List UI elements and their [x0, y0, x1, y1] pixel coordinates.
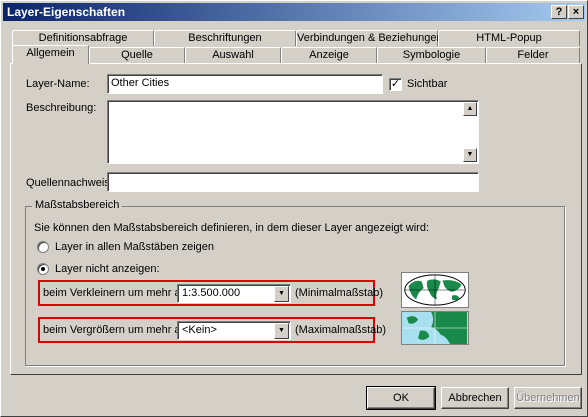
- radio-limit-scales-label: Layer nicht anzeigen:: [55, 263, 160, 275]
- radio-limit-scales[interactable]: [37, 263, 49, 275]
- title-bar: Layer-Eigenschaften ? ×: [3, 3, 585, 21]
- radio-show-all-scales[interactable]: [37, 241, 49, 253]
- layer-name-input[interactable]: Other Cities: [107, 74, 383, 94]
- chevron-down-icon[interactable]: ▼: [274, 286, 289, 302]
- zoom-out-label: beim Verkleinern um mehr als:: [43, 287, 192, 299]
- chevron-down-icon[interactable]: ▼: [274, 323, 289, 339]
- scale-range-intro: Sie können den Maßstabsbereich definiere…: [34, 222, 430, 234]
- min-scale-combo[interactable]: 1:3.500.000 ▼: [177, 284, 291, 303]
- help-button[interactable]: ?: [551, 5, 567, 19]
- tab-quelle[interactable]: Quelle: [89, 47, 185, 63]
- tab-beschriftungen[interactable]: Beschriftungen: [154, 30, 296, 46]
- visible-label: Sichtbar: [407, 78, 448, 90]
- scroll-up-icon[interactable]: ▲: [463, 102, 477, 116]
- apply-button[interactable]: Übernehmen: [514, 387, 582, 409]
- close-button[interactable]: ×: [568, 5, 584, 19]
- tab-definitionsabfrage[interactable]: Definitionsabfrage: [12, 30, 154, 46]
- description-label: Beschreibung:: [26, 102, 97, 114]
- zoom-in-highlight: beim Vergrößern um mehr als: <Kein> ▼ (M…: [38, 317, 386, 343]
- min-scale-value: 1:3.500.000: [182, 287, 241, 299]
- min-scale-suffix: (Minimalmaßstab): [295, 287, 384, 299]
- general-tab-panel: Layer-Name: Other Cities ✓ Sichtbar Besc…: [10, 63, 582, 375]
- tab-allgemein[interactable]: Allgemein: [12, 45, 89, 64]
- tab-symbologie[interactable]: Symbologie: [377, 47, 486, 63]
- layer-properties-dialog: Layer-Eigenschaften ? × Definitionsabfra…: [0, 0, 588, 417]
- max-scale-suffix: (Maximalmaßstab): [295, 324, 387, 336]
- credits-input[interactable]: [107, 172, 479, 192]
- tab-html-popup[interactable]: HTML-Popup: [438, 30, 580, 46]
- cancel-button[interactable]: Abbrechen: [441, 387, 509, 409]
- detail-map-icon: [401, 311, 469, 345]
- tab-auswahl[interactable]: Auswahl: [185, 47, 281, 63]
- tab-anzeige[interactable]: Anzeige: [281, 47, 377, 63]
- max-scale-value: <Kein>: [182, 324, 217, 336]
- world-map-icon: [401, 272, 469, 308]
- scale-range-title: Maßstabsbereich: [32, 199, 123, 211]
- layer-name-label: Layer-Name:: [26, 78, 90, 90]
- ok-button[interactable]: OK: [366, 386, 436, 410]
- window-title: Layer-Eigenschaften: [7, 5, 126, 19]
- visible-checkbox[interactable]: ✓: [389, 78, 402, 91]
- radio-show-all-scales-label: Layer in allen Maßstäben zeigen: [55, 241, 214, 253]
- credits-label: Quellennachweis:: [26, 177, 113, 189]
- scale-range-group: Maßstabsbereich Sie können den Maßstabsb…: [25, 199, 565, 366]
- zoom-in-label: beim Vergrößern um mehr als:: [43, 324, 192, 336]
- max-scale-combo[interactable]: <Kein> ▼: [177, 321, 291, 340]
- scroll-down-icon[interactable]: ▼: [463, 148, 477, 162]
- tab-verbindungen-beziehungen[interactable]: Verbindungen & Beziehungen: [296, 30, 443, 46]
- tab-felder[interactable]: Felder: [486, 47, 580, 63]
- zoom-out-highlight: beim Verkleinern um mehr als: 1:3.500.00…: [38, 280, 383, 306]
- description-textarea[interactable]: [107, 100, 479, 164]
